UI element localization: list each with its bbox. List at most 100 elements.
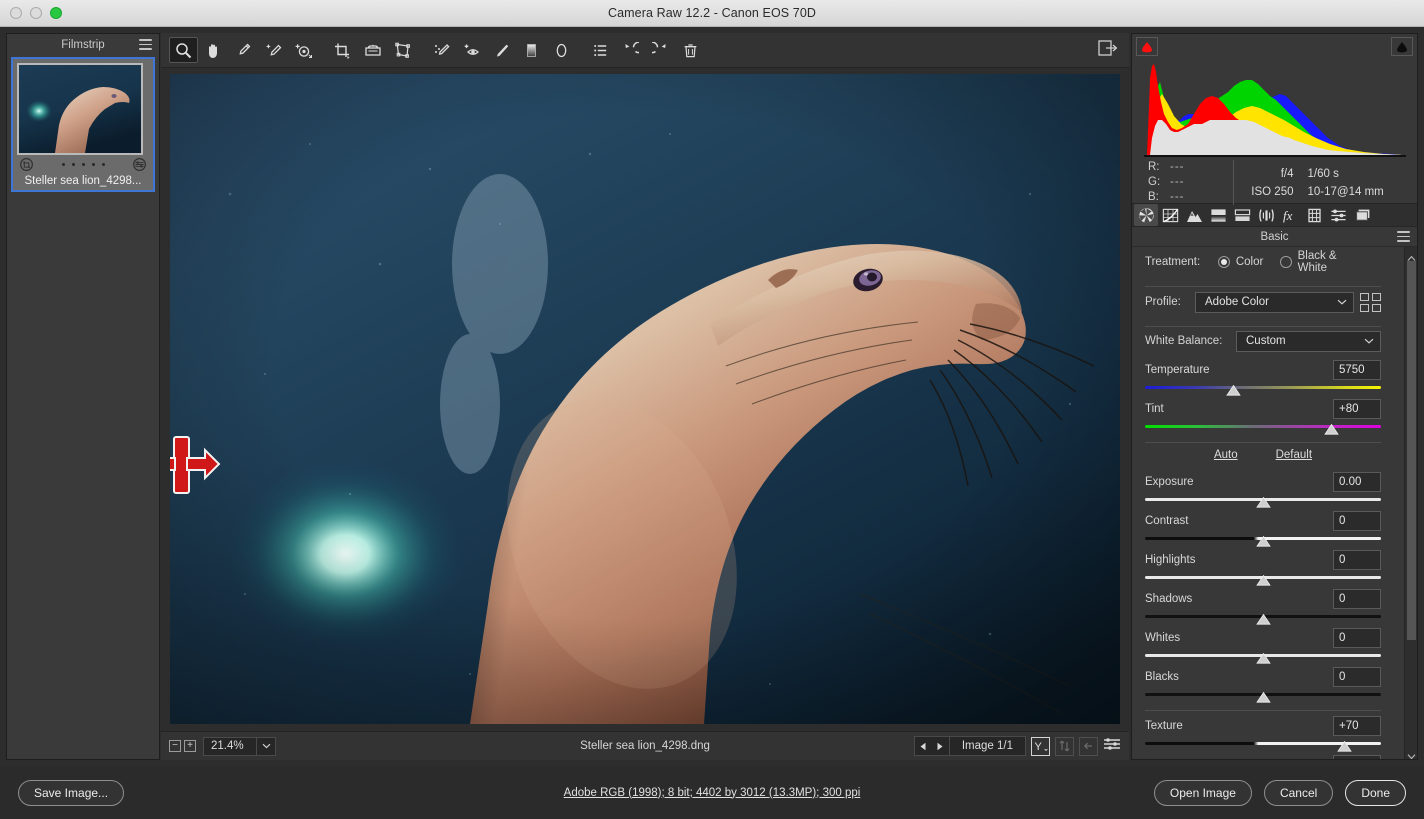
rgb-histogram-chart[interactable]: [1144, 58, 1406, 155]
tab-basic[interactable]: [1134, 204, 1158, 226]
slider-handle[interactable]: [1324, 422, 1339, 433]
color-sampler-tool[interactable]: [259, 37, 288, 63]
rotate-left-tool[interactable]: [616, 37, 645, 63]
adjustment-brush-tool[interactable]: [487, 37, 516, 63]
targeted-adjustment-tool[interactable]: [289, 37, 318, 63]
highlight-clipping-indicator[interactable]: [1391, 37, 1413, 56]
slider-label: Temperature: [1145, 364, 1210, 376]
rotate-right-tool[interactable]: [646, 37, 675, 63]
center-pane: − + 21.4% Steller sea lion_4298.dng: [161, 33, 1129, 760]
collapse-panel-icon[interactable]: [1097, 38, 1119, 63]
radio-color[interactable]: [1218, 256, 1230, 268]
red-eye-tool[interactable]: [457, 37, 486, 63]
image-navigator[interactable]: Image 1/1: [914, 736, 1026, 756]
slider-blacks: Blacks0: [1145, 662, 1381, 701]
slider-track[interactable]: [1145, 651, 1381, 662]
slider-value[interactable]: 0: [1333, 511, 1381, 531]
cancel-button[interactable]: Cancel: [1264, 780, 1333, 806]
crop-badge-icon[interactable]: [20, 158, 33, 171]
slider-handle[interactable]: [1337, 739, 1352, 750]
filmstrip-menu-icon[interactable]: [139, 39, 152, 50]
slider-track[interactable]: [1145, 573, 1381, 584]
slider-value[interactable]: 0: [1333, 589, 1381, 609]
radio-black-and-white[interactable]: [1280, 256, 1291, 268]
tab-effects[interactable]: fx: [1278, 204, 1302, 226]
slider-value[interactable]: 0: [1333, 667, 1381, 687]
slider-handle[interactable]: [1256, 495, 1271, 506]
slider-value[interactable]: +20: [1333, 755, 1381, 759]
tab-tone-curve[interactable]: [1158, 204, 1182, 226]
radial-filter-tool[interactable]: [547, 37, 576, 63]
preview-canvas[interactable]: [161, 68, 1129, 731]
slider-value[interactable]: 0: [1333, 550, 1381, 570]
graduated-filter-tool[interactable]: [517, 37, 546, 63]
scrollbar-thumb[interactable]: [1407, 261, 1416, 640]
slider-value[interactable]: 0: [1333, 628, 1381, 648]
copy-settings-button[interactable]: [1079, 737, 1098, 756]
panel-scrollbar[interactable]: [1404, 247, 1417, 759]
treatment-option-color[interactable]: Color: [1218, 256, 1263, 268]
scroll-up-arrow[interactable]: [1407, 249, 1416, 259]
preview-preferences-icon[interactable]: [1103, 736, 1121, 757]
zoom-tool[interactable]: [169, 37, 198, 63]
treatment-option-bw[interactable]: Black & White: [1280, 250, 1364, 274]
slider-value[interactable]: +70: [1333, 716, 1381, 736]
zoom-out-button[interactable]: −: [169, 740, 181, 752]
hand-tool[interactable]: [199, 37, 228, 63]
filmstrip-item[interactable]: Steller sea lion_4298...: [11, 57, 155, 192]
white-balance-tool[interactable]: [229, 37, 258, 63]
preferences-tool[interactable]: [586, 37, 615, 63]
spot-removal-tool[interactable]: [427, 37, 456, 63]
tab-optics[interactable]: [1254, 204, 1278, 226]
adjustments-badge-icon[interactable]: [133, 158, 146, 171]
zoom-level-select[interactable]: 21.4%: [203, 737, 276, 756]
tab-split-toning[interactable]: [1230, 204, 1254, 226]
slider-handle[interactable]: [1226, 383, 1241, 394]
slider-handle[interactable]: [1256, 534, 1271, 545]
tab-snapshots[interactable]: [1350, 204, 1374, 226]
tab-presets[interactable]: [1326, 204, 1350, 226]
tab-color-mixer[interactable]: [1206, 204, 1230, 226]
default-link[interactable]: Default: [1276, 449, 1312, 461]
tab-detail[interactable]: [1182, 204, 1206, 226]
hsl-icon: [1210, 208, 1227, 223]
before-after-toggle[interactable]: Y: [1031, 737, 1050, 756]
slider-handle[interactable]: [1256, 690, 1271, 701]
swap-before-after-button[interactable]: [1055, 737, 1074, 756]
slider-value[interactable]: +80: [1333, 399, 1381, 419]
slider-track[interactable]: [1145, 495, 1381, 506]
open-image-button[interactable]: Open Image: [1154, 780, 1252, 806]
slider-track[interactable]: [1145, 739, 1381, 750]
white-balance-select[interactable]: Custom: [1236, 331, 1381, 352]
zoom-in-button[interactable]: +: [184, 740, 196, 752]
thumbnail-image: [19, 65, 141, 153]
slider-track[interactable]: [1145, 612, 1381, 623]
slider-track[interactable]: [1145, 690, 1381, 701]
previous-image-button[interactable]: [915, 742, 932, 751]
profile-browser-icon[interactable]: [1360, 293, 1381, 312]
delete-tool[interactable]: [676, 37, 705, 63]
slider-track[interactable]: [1145, 422, 1381, 433]
crop-tool[interactable]: [328, 37, 357, 63]
slider-track[interactable]: [1145, 383, 1381, 394]
slider-value[interactable]: 0.00: [1333, 472, 1381, 492]
zoom-steppers[interactable]: − +: [169, 740, 196, 752]
filmstrip-thumbnail[interactable]: [17, 63, 143, 155]
transform-tool[interactable]: [388, 37, 417, 63]
auto-link[interactable]: Auto: [1214, 449, 1238, 461]
straighten-tool[interactable]: [358, 37, 387, 63]
done-button[interactable]: Done: [1345, 780, 1406, 806]
slider-track[interactable]: [1145, 534, 1381, 545]
scroll-down-arrow[interactable]: [1407, 747, 1416, 757]
preview-image[interactable]: [170, 74, 1120, 724]
slider-handle[interactable]: [1256, 573, 1271, 584]
slider-value[interactable]: 5750: [1333, 360, 1381, 380]
mountains-icon: [1186, 208, 1203, 223]
slider-handle[interactable]: [1256, 612, 1271, 623]
next-image-button[interactable]: [932, 742, 949, 751]
slider-handle[interactable]: [1256, 651, 1271, 662]
profile-select[interactable]: Adobe Color: [1195, 292, 1354, 313]
tab-calibration[interactable]: [1302, 204, 1326, 226]
shadow-clipping-indicator[interactable]: [1136, 37, 1158, 56]
panel-menu-icon[interactable]: [1397, 231, 1410, 242]
